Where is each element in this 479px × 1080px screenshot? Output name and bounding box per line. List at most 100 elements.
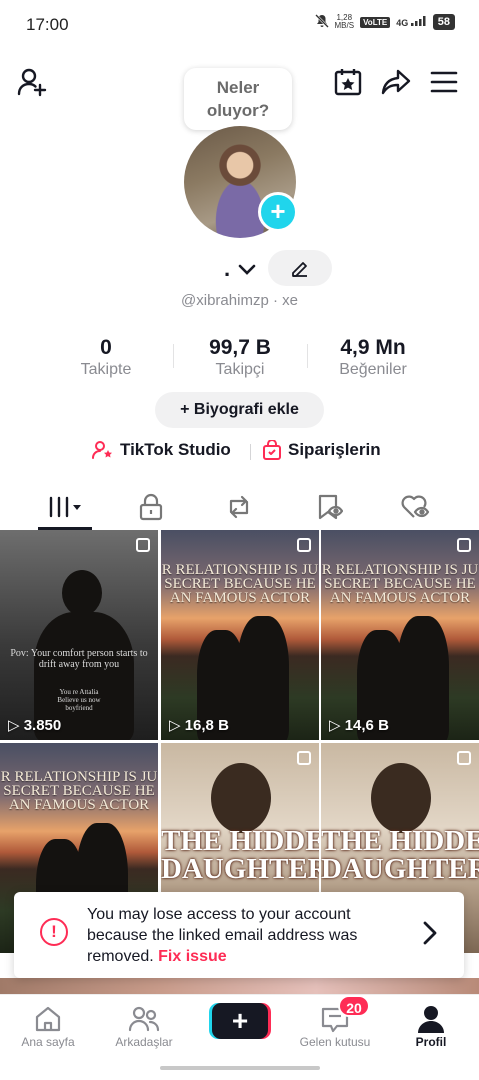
nav-friends-label: Arkadaşlar (115, 1035, 173, 1049)
edit-profile-button[interactable] (268, 250, 332, 286)
mute-icon (314, 14, 329, 30)
cover-text: AN FAMOUS ACTOR (169, 591, 311, 606)
multi-photo-icon (297, 538, 311, 552)
home-icon (35, 1006, 61, 1032)
status-bubble[interactable]: Neler oluyor? (184, 68, 292, 130)
multi-photo-icon (457, 538, 471, 552)
menu-icon[interactable] (428, 66, 460, 98)
cover-text: R RELATIONSHIP IS JU (161, 563, 319, 578)
profile-links: TikTok Studio Siparişlerin (0, 440, 479, 464)
divider (173, 344, 174, 368)
video-thumbnail[interactable]: Pov: Your comfort person starts to drift… (0, 530, 158, 740)
orders-link[interactable]: Siparişlerin (262, 440, 381, 460)
nav-friends[interactable]: Arkadaşlar (96, 1003, 192, 1049)
bookmark-hidden-icon (318, 494, 343, 520)
tiktok-studio-label: TikTok Studio (120, 440, 231, 459)
tab-private[interactable] (103, 484, 199, 530)
cover-title: DAUGHTER (161, 855, 319, 884)
chevron-right-icon[interactable] (422, 920, 438, 951)
chevron-down-icon (238, 264, 256, 276)
add-bio-button[interactable]: + Biyografi ekle (155, 392, 324, 428)
name-row: . (0, 250, 479, 288)
cover-title: DAUGHTER (321, 855, 479, 884)
tab-videos[interactable] (17, 484, 113, 530)
account-switcher[interactable]: . (224, 256, 256, 282)
likes-count: 4,9 Mn (340, 336, 406, 359)
followers-label: Takipçi (215, 361, 265, 378)
battery-indicator: 58 (432, 14, 455, 30)
figure-shape (211, 763, 271, 833)
pencil-icon (292, 262, 307, 277)
display-name: . (224, 256, 231, 281)
cover-text: R RELATIONSHIP IS JU (321, 563, 479, 578)
cover-text: SECRET BECAUSE HE (164, 577, 316, 592)
multi-photo-icon (136, 538, 150, 552)
tab-saved[interactable] (281, 484, 377, 530)
inbox-badge: 20 (338, 995, 370, 1017)
followers-count: 99,7 B (209, 336, 271, 359)
content-tabs (0, 484, 479, 530)
likes-label: Beğeniler (339, 361, 407, 378)
tab-reposts[interactable] (191, 484, 287, 530)
home-indicator (160, 1066, 320, 1070)
following-count: 0 (100, 336, 112, 359)
cover-text: SECRET BECAUSE HE (324, 577, 476, 592)
multi-photo-icon (297, 751, 311, 765)
nav-profile[interactable]: Profil (383, 1003, 479, 1049)
cover-title: THE HIDDEN (321, 827, 479, 856)
profile-stats: 0 Takipte 99,7 B Takipçi 4,9 Mn Beğenile… (0, 336, 479, 386)
bubble-line-2: oluyor? (206, 101, 270, 120)
figure-shape (237, 616, 289, 740)
share-icon[interactable] (380, 66, 412, 98)
add-user-icon[interactable] (16, 66, 48, 98)
tiktok-studio-link[interactable]: TikTok Studio (92, 440, 231, 460)
status-time: 17:00 (26, 15, 69, 34)
calendar-star-icon[interactable] (332, 66, 364, 98)
repost-icon (229, 495, 249, 519)
lock-icon (139, 493, 163, 521)
add-story-button[interactable]: + (258, 192, 298, 232)
warning-text: You may lose access to your account beca… (87, 904, 387, 967)
multi-photo-icon (457, 751, 471, 765)
bubble-line-1: Neler (216, 78, 260, 97)
fix-issue-link[interactable]: Fix issue (158, 948, 226, 965)
account-warning-banner[interactable]: ! You may lose access to your account be… (14, 892, 464, 978)
divider (250, 444, 251, 460)
cover-caption: Pov: Your comfort person starts to drift… (10, 648, 148, 670)
status-icons: 1,28 MB/S VoLTE 4G 58 (314, 13, 455, 30)
cover-text: R RELATIONSHIP IS JU (0, 770, 158, 785)
figure-shape (397, 616, 449, 740)
stat-likes[interactable]: 4,9 Mn Beğeniler (313, 336, 433, 379)
friends-icon (128, 1006, 160, 1032)
nav-home[interactable]: Ana sayfa (0, 1003, 96, 1049)
volte-badge: VoLTE (360, 16, 391, 28)
video-thumbnail[interactable]: R RELATIONSHIP IS JU SECRET BECAUSE HE A… (321, 530, 479, 740)
cover-text: AN FAMOUS ACTOR (329, 591, 471, 606)
figure-shape (371, 763, 431, 833)
video-thumbnail[interactable]: R RELATIONSHIP IS JU SECRET BECAUSE HE A… (161, 530, 319, 740)
stat-following[interactable]: 0 Takipte (46, 336, 166, 379)
figure-shape (62, 570, 102, 616)
status-bar: 17:00 1,28 MB/S VoLTE 4G 58 (0, 0, 479, 50)
divider (307, 344, 308, 368)
signal-icon: 4G (396, 16, 427, 28)
create-button[interactable]: + (212, 1003, 268, 1039)
cover-title: THE HIDDEN (161, 827, 319, 856)
heart-hidden-icon (401, 495, 430, 518)
grid-icon (49, 496, 81, 518)
following-label: Takipte (80, 361, 132, 378)
cover-text: AN FAMOUS ACTOR (8, 798, 150, 813)
cover-subcaption: You re Attalia Believe us now boyfriend (57, 688, 101, 712)
creator-icon (92, 441, 112, 459)
grid-next-row-peek (0, 978, 479, 994)
view-count: ▷ 3.850 (8, 717, 62, 734)
view-count: ▷ 16,8 B (169, 717, 229, 734)
username-handle: @xibrahimzp · xe (181, 292, 298, 309)
profile-icon (418, 1006, 444, 1033)
nav-inbox-label: Gelen kutusu (299, 1035, 371, 1049)
cover-text: SECRET BECAUSE HE (3, 784, 155, 799)
stat-followers[interactable]: 99,7 B Takipçi (180, 336, 300, 379)
nav-home-label: Ana sayfa (21, 1035, 75, 1049)
tab-liked[interactable] (367, 484, 463, 530)
net-speed: 1,28 MB/S (334, 13, 355, 30)
